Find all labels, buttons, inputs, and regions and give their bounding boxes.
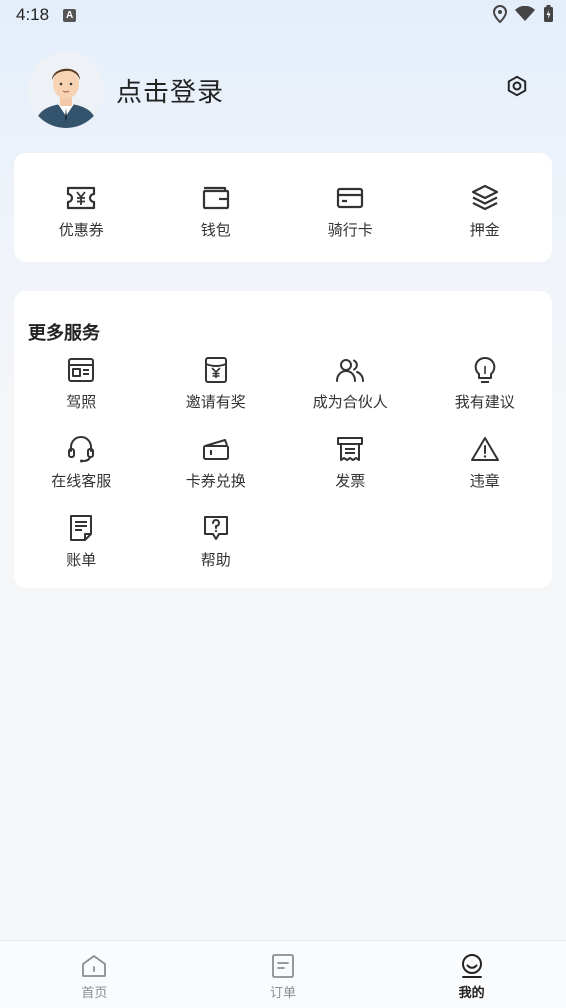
tab-label: 我的	[458, 986, 485, 1001]
home-icon	[82, 955, 107, 977]
lightbulb-icon	[470, 355, 500, 385]
help-icon	[201, 513, 231, 543]
gear-icon	[507, 75, 527, 97]
service-partner[interactable]: 成为合伙人	[283, 355, 418, 412]
service-label: 驾照	[66, 393, 97, 411]
menu-coupon[interactable]: 优惠券	[14, 183, 149, 240]
service-bill[interactable]: 账单	[14, 513, 149, 570]
service-label: 违章	[469, 472, 500, 490]
section-title: 更多服务	[28, 323, 100, 344]
wifi-icon	[515, 6, 535, 21]
headset-icon	[66, 434, 96, 464]
login-link[interactable]: 点击登录	[116, 72, 224, 109]
service-label: 发票	[335, 472, 366, 490]
settings-button[interactable]	[502, 71, 532, 101]
assets-card: 优惠券 钱包 骑行卡 押金	[14, 153, 552, 262]
users-icon	[335, 355, 365, 385]
bill-icon	[66, 513, 96, 543]
bottom-tab-bar: 首页 订单 我的	[0, 940, 566, 1008]
tab-orders[interactable]: 订单	[189, 941, 378, 1008]
more-services-card: 更多服务 驾照 邀请有奖 成为合伙人 我有建议 在线客服 卡券兑换 发票 违章 …	[14, 291, 552, 588]
menu-label: 骑行卡	[327, 221, 373, 239]
menu-ride-card[interactable]: 骑行卡	[283, 183, 418, 240]
status-bar: 4:18 A	[0, 0, 566, 30]
service-label: 卡券兑换	[185, 472, 246, 490]
profile-icon	[461, 954, 482, 978]
service-suggestion[interactable]: 我有建议	[418, 355, 553, 412]
menu-label: 押金	[469, 221, 500, 239]
tab-label: 订单	[269, 986, 296, 1001]
invite-icon	[201, 355, 231, 385]
license-icon	[66, 355, 96, 385]
invoice-icon	[335, 434, 365, 464]
card-icon	[335, 183, 365, 213]
profile-header[interactable]: 点击登录	[28, 52, 224, 128]
order-icon	[272, 954, 294, 978]
status-icons	[493, 5, 554, 23]
avatar-icon	[28, 52, 104, 128]
layers-icon	[470, 183, 500, 213]
location-icon	[493, 5, 507, 23]
coupon-icon	[66, 183, 96, 213]
service-label: 成为合伙人	[312, 393, 388, 411]
service-voucher-exchange[interactable]: 卡券兑换	[149, 434, 284, 491]
warning-icon	[470, 434, 500, 464]
status-time: 4:18	[16, 5, 50, 24]
service-label: 邀请有奖	[185, 393, 246, 411]
tab-label: 首页	[81, 986, 108, 1001]
service-customer-support[interactable]: 在线客服	[14, 434, 149, 491]
tab-home[interactable]: 首页	[0, 941, 189, 1008]
menu-wallet[interactable]: 钱包	[149, 183, 284, 240]
service-invite[interactable]: 邀请有奖	[149, 355, 284, 412]
avatar[interactable]	[28, 52, 104, 128]
menu-label: 钱包	[200, 221, 231, 239]
notification-icon: A	[63, 8, 77, 22]
service-label: 账单	[66, 551, 97, 569]
service-invoice[interactable]: 发票	[283, 434, 418, 491]
battery-icon	[544, 5, 553, 22]
service-label: 在线客服	[51, 472, 112, 490]
service-label: 我有建议	[454, 393, 515, 411]
tab-profile[interactable]: 我的	[377, 941, 566, 1008]
wallet-icon	[201, 183, 231, 213]
ticket-icon	[201, 434, 231, 464]
service-label: 帮助	[200, 551, 231, 569]
menu-label: 优惠券	[58, 221, 104, 239]
service-violation[interactable]: 违章	[418, 434, 553, 491]
service-license[interactable]: 驾照	[14, 355, 149, 412]
menu-deposit[interactable]: 押金	[418, 183, 553, 240]
service-help[interactable]: 帮助	[149, 513, 284, 570]
